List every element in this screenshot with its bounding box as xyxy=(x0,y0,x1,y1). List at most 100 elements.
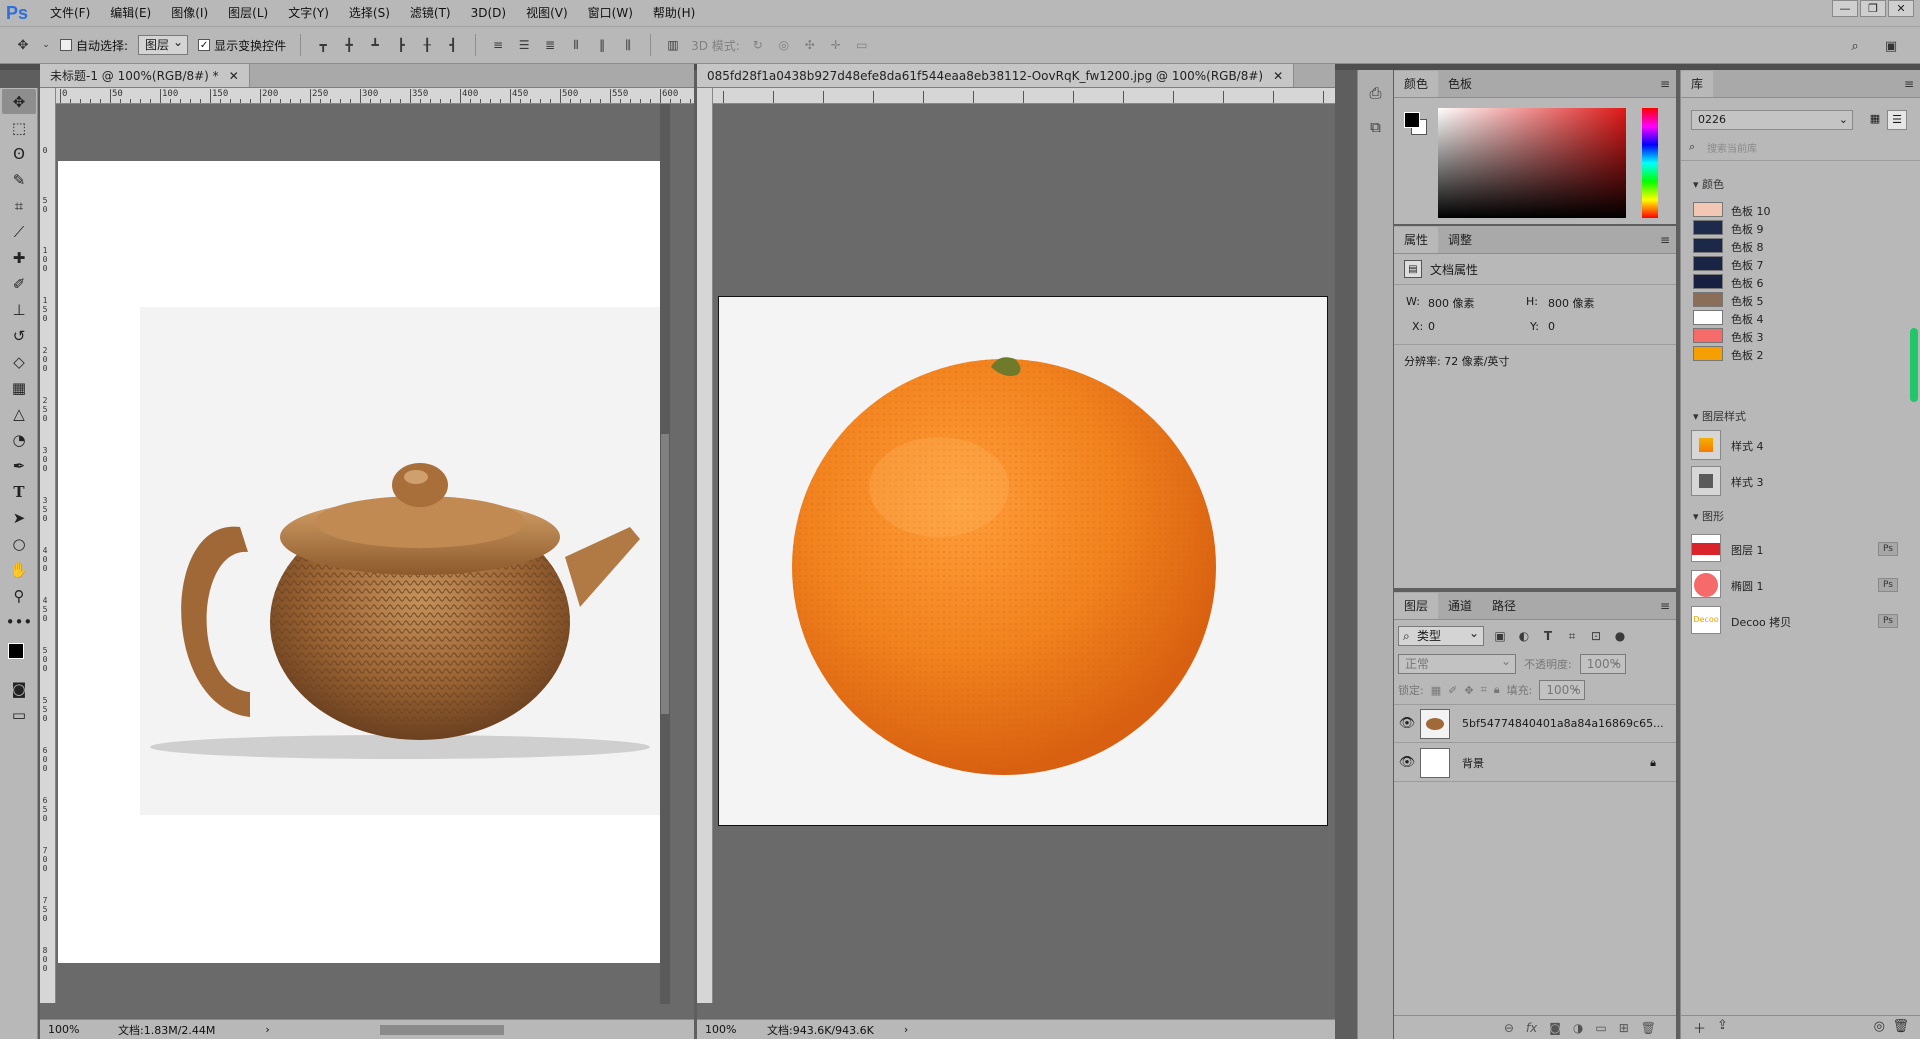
swatch-name[interactable]: 色板 6 xyxy=(1731,275,1764,291)
scrollbar-vertical-1[interactable] xyxy=(660,104,670,1004)
list-view-icon[interactable]: ☰ xyxy=(1887,110,1907,130)
tab-color[interactable]: 颜色 xyxy=(1394,71,1439,97)
doc-info[interactable]: 文档:1.83M/2.44M xyxy=(118,1022,215,1038)
menu-item[interactable]: 3D(D) xyxy=(461,0,516,26)
path-select-tool-icon[interactable]: ➤ xyxy=(2,505,36,530)
swatch-color[interactable] xyxy=(1693,202,1723,217)
swatch-color[interactable] xyxy=(1693,292,1723,307)
foreground-color[interactable] xyxy=(8,643,24,659)
hand-tool-icon[interactable]: ✋ xyxy=(2,557,36,582)
stamp-tool-icon[interactable]: ⊥ xyxy=(2,297,36,322)
menu-item[interactable]: 帮助(H) xyxy=(643,0,705,26)
panel-menu-icon[interactable]: ≡ xyxy=(1660,77,1670,91)
pen-tool-icon[interactable]: ✒ xyxy=(2,453,36,478)
graphic-name[interactable]: 椭圆 1 xyxy=(1731,578,1764,594)
chevron-down-icon[interactable]: ⌄ xyxy=(42,36,50,54)
3d-rotate-icon[interactable]: ↻ xyxy=(750,37,766,53)
move-tool-icon[interactable]: ✥ xyxy=(14,36,32,54)
canvas-1[interactable] xyxy=(58,161,669,963)
horizontal-ruler[interactable]: 0 50 100 150 200 250 300 350 400 450 500 550 600 xyxy=(56,88,694,104)
distribute-left-icon[interactable]: ⫴ xyxy=(568,37,584,53)
close-icon[interactable]: ✕ xyxy=(1273,69,1283,83)
close-button[interactable]: ✕ xyxy=(1888,0,1914,17)
zoom-level[interactable]: 100% xyxy=(40,1023,100,1036)
adjustment-filter-icon[interactable]: ◐ xyxy=(1516,628,1532,644)
add-content-icon[interactable]: ＋ xyxy=(1693,1018,1706,1037)
width-value[interactable]: 800 像素 xyxy=(1428,295,1475,311)
auto-select-dropdown[interactable]: 图层 xyxy=(138,33,189,55)
filter-toggle-icon[interactable]: ● xyxy=(1612,628,1628,644)
graphic-thumbnail[interactable]: Decoo xyxy=(1691,606,1721,634)
horizontal-ruler[interactable] xyxy=(713,88,1335,104)
distribute-right-icon[interactable]: ⫼ xyxy=(620,37,636,53)
opacity-field[interactable]: 100% xyxy=(1579,652,1626,674)
style-name[interactable]: 样式 4 xyxy=(1731,438,1764,454)
style-thumbnail[interactable] xyxy=(1691,466,1721,496)
document-tab-2[interactable]: 085fd28f1a0438b927d48efe8da61f544eaa8eb3… xyxy=(697,64,1295,87)
delete-layer-icon[interactable]: 🗑︎ xyxy=(1641,1021,1656,1035)
style-thumbnail[interactable] xyxy=(1691,430,1721,460)
swatch-color[interactable] xyxy=(1693,346,1723,361)
restore-button[interactable]: ❐ xyxy=(1860,0,1886,17)
sync-icon[interactable]: ◎ xyxy=(1874,1019,1885,1034)
delete-icon[interactable]: 🗑︎ xyxy=(1892,1019,1909,1034)
swatch-name[interactable]: 色板 3 xyxy=(1731,329,1764,345)
eye-icon[interactable]: 👁︎ xyxy=(1394,716,1420,731)
menu-item[interactable]: 窗口(W) xyxy=(578,0,643,26)
layer-row[interactable]: 👁︎ 5bf54774840401a8a84a16869c65... xyxy=(1394,705,1676,743)
checkbox-checked-icon[interactable]: ✓ xyxy=(198,39,211,51)
properties-icon[interactable]: ⧉ xyxy=(1358,118,1393,136)
lock-position-icon[interactable]: ✥ xyxy=(1464,684,1473,697)
swatch-name[interactable]: 色板 7 xyxy=(1731,257,1764,273)
tab-channels[interactable]: 通道 xyxy=(1438,593,1482,619)
tab-library[interactable]: 库 xyxy=(1681,71,1714,97)
vertical-ruler[interactable]: 0 5 0 1 0 0 1 5 0 2 0 0 2 5 0 3 0 0 3 5 0 4 0 0 4… xyxy=(40,88,56,1003)
grid-view-icon[interactable]: ▦ xyxy=(1867,112,1883,128)
search-icon[interactable]: ⌕ xyxy=(1846,37,1864,55)
history-brush-tool-icon[interactable]: ↺ xyxy=(2,323,36,348)
quick-mask-icon[interactable]: ◙ xyxy=(2,676,36,701)
lock-artboard-icon[interactable]: ⌗ xyxy=(1481,683,1487,697)
close-icon[interactable]: ✕ xyxy=(229,69,239,83)
menu-item[interactable]: 滤镜(T) xyxy=(400,0,461,26)
chevron-right-icon[interactable]: › xyxy=(904,1023,908,1036)
menu-item[interactable]: 文件(F) xyxy=(40,0,100,26)
tab-adjustments[interactable]: 调整 xyxy=(1438,227,1482,253)
foreground-color[interactable] xyxy=(1404,112,1420,128)
align-vcenter-icon[interactable]: ╋ xyxy=(341,37,357,53)
color-field[interactable] xyxy=(1438,108,1626,218)
show-transform-checkbox[interactable]: ✓ 显示变换控件 xyxy=(198,37,286,54)
swatch-color[interactable] xyxy=(1693,328,1723,343)
tab-layers[interactable]: 图层 xyxy=(1394,593,1439,619)
graphic-name[interactable]: 图层 1 xyxy=(1731,542,1764,558)
chevron-right-icon[interactable]: › xyxy=(265,1023,269,1036)
auto-select-checkbox[interactable]: 自动选择: xyxy=(60,37,128,54)
3d-roll-icon[interactable]: ◎ xyxy=(776,37,792,53)
swatch-name[interactable]: 色板 4 xyxy=(1731,311,1764,327)
dodge-tool-icon[interactable]: ◔ xyxy=(2,427,36,452)
doc-info[interactable]: 文档:943.6K/943.6K xyxy=(767,1022,874,1038)
3d-slide-icon[interactable]: ✛ xyxy=(828,37,844,53)
3d-pan-icon[interactable]: ✣ xyxy=(802,37,818,53)
group-icon[interactable]: ▭ xyxy=(1595,1021,1606,1035)
workspace-icon[interactable]: ▣ xyxy=(1882,37,1900,55)
eyedropper-tool-icon[interactable]: ⟋ xyxy=(2,219,36,244)
healing-brush-tool-icon[interactable]: ✚ xyxy=(2,245,36,270)
swatch-name[interactable]: 色板 5 xyxy=(1731,293,1764,309)
lock-all-icon[interactable]: 🔒︎ xyxy=(1494,683,1500,697)
ellipse-tool-icon[interactable]: ○ xyxy=(2,531,36,556)
lasso-tool-icon[interactable]: ʘ xyxy=(2,141,36,166)
type-tool-icon[interactable]: T xyxy=(2,479,36,504)
swatch-color[interactable] xyxy=(1693,256,1723,271)
eraser-tool-icon[interactable]: ◇ xyxy=(2,349,36,374)
swatch-color[interactable] xyxy=(1693,310,1723,325)
menu-item[interactable]: 编辑(E) xyxy=(100,0,161,26)
swatch-name[interactable]: 色板 8 xyxy=(1731,239,1764,255)
scrollbar-horizontal-thumb[interactable] xyxy=(379,1024,504,1035)
vertical-ruler[interactable] xyxy=(697,88,713,1003)
color-swatches[interactable] xyxy=(0,635,37,675)
lock-brush-icon[interactable]: ✐ xyxy=(1448,684,1457,697)
graphic-thumbnail[interactable] xyxy=(1691,534,1721,562)
type-filter-icon[interactable]: T xyxy=(1540,628,1556,644)
align-hcenter-icon[interactable]: ╂ xyxy=(419,37,435,53)
